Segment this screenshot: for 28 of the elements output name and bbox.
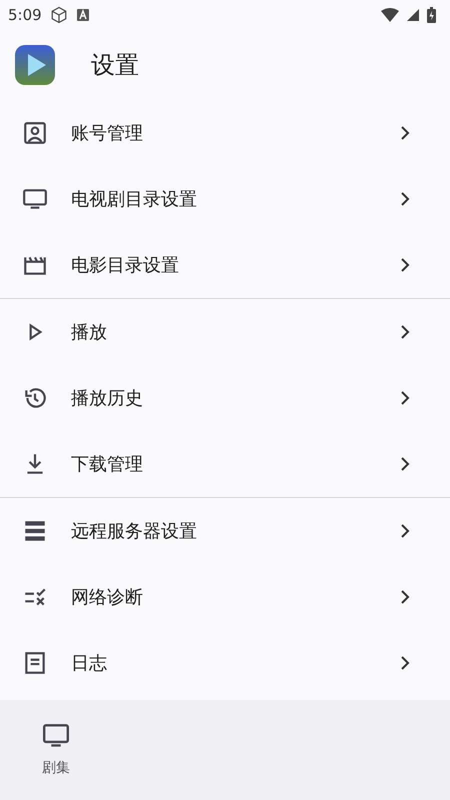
settings-item[interactable]: 播放历史	[0, 365, 450, 431]
chevron-right-icon	[400, 126, 410, 140]
chevron-right-icon	[400, 524, 410, 538]
person-card-icon	[22, 120, 48, 146]
wifi-icon	[381, 8, 399, 22]
monitor-icon	[41, 723, 71, 749]
battery-icon	[427, 7, 436, 23]
settings-item[interactable]: 账号管理	[0, 100, 450, 166]
settings-item[interactable]: 远程服务器设置	[0, 498, 450, 564]
settings-item[interactable]: 电影目录设置	[0, 232, 450, 298]
settings-item[interactable]: 下载管理	[0, 431, 450, 497]
app-logo-icon	[15, 45, 55, 85]
chevron-right-icon	[400, 325, 410, 339]
settings-item[interactable]: 日志	[0, 630, 450, 696]
page-title: 设置	[91, 50, 139, 81]
cube-icon	[50, 6, 68, 24]
keyboard-a-icon	[76, 8, 90, 22]
chevron-right-icon	[400, 391, 410, 405]
chevron-right-icon	[400, 192, 410, 206]
chevron-right-icon	[400, 457, 410, 471]
settings-item[interactable]: 播放	[0, 299, 450, 365]
settings-item[interactable]: 电视剧目录设置	[0, 166, 450, 232]
status-time: 5:09	[8, 6, 42, 24]
settings-item[interactable]: 网络诊断	[0, 564, 450, 630]
chevron-right-icon	[400, 656, 410, 670]
chevron-right-icon	[400, 258, 410, 272]
chevron-right-icon	[400, 590, 410, 604]
signal-icon	[407, 9, 419, 21]
